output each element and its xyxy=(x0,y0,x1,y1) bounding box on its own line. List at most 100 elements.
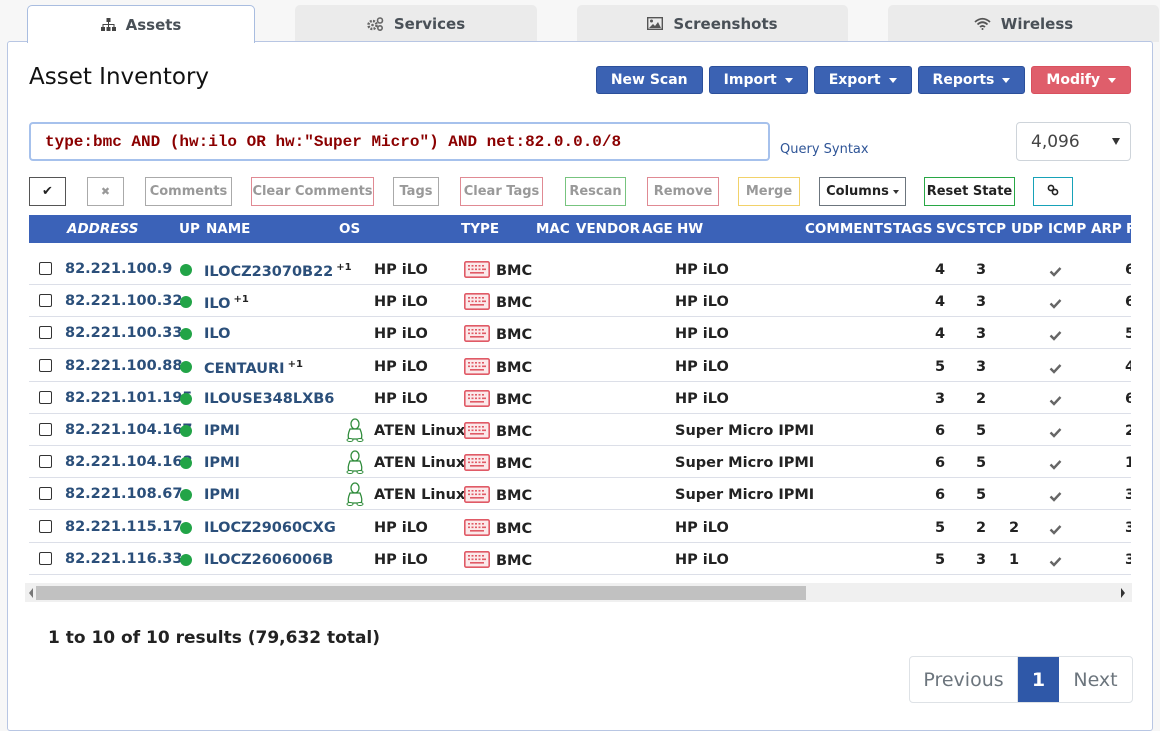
table-row[interactable]: 82.221.100.9 ILOCZ23070B22 +1 HP iLO BMC HP i… xyxy=(29,253,1131,285)
scrollbar-thumb[interactable] xyxy=(36,586,806,600)
row-checkbox[interactable] xyxy=(39,294,52,308)
name-link[interactable]: ILOUSE348LXB6 xyxy=(204,391,334,407)
col-comments[interactable]: COMMENTS xyxy=(805,221,893,237)
table-row[interactable]: 82.221.116.33 ILOCZ2606006B HP iLO BMC HP iL… xyxy=(29,543,1131,575)
col-mac[interactable]: MAC xyxy=(536,221,570,237)
row-checkbox[interactable] xyxy=(39,455,52,469)
merge-button[interactable]: Merge xyxy=(738,177,800,206)
address-link[interactable]: 82.221.108.67 xyxy=(65,486,182,502)
address-link[interactable]: 82.221.104.168 xyxy=(65,454,193,470)
tab-label: Assets xyxy=(125,15,182,34)
row-checkbox[interactable] xyxy=(39,519,52,533)
query-syntax-link[interactable]: Query Syntax xyxy=(780,142,869,157)
svcs-count: 4 xyxy=(935,262,946,278)
col-hw[interactable]: HW xyxy=(677,221,703,237)
hw-text: Super Micro IPMI xyxy=(675,487,815,504)
check-icon xyxy=(1049,490,1062,506)
col-up[interactable]: UP xyxy=(179,221,200,237)
tab-screenshots[interactable]: Screenshots xyxy=(577,5,848,42)
col-name[interactable]: NAME xyxy=(206,221,250,237)
scroll-left-icon[interactable] xyxy=(29,588,33,598)
modify-label: Modify xyxy=(1046,72,1100,88)
address-link[interactable]: 82.221.115.17 xyxy=(65,519,182,535)
row-checkbox[interactable] xyxy=(39,423,52,436)
import-button[interactable]: Import xyxy=(708,66,808,94)
tab-wireless[interactable]: Wireless xyxy=(888,5,1159,42)
reset-state-button[interactable]: Reset State xyxy=(924,177,1015,206)
horizontal-scrollbar[interactable] xyxy=(25,583,1132,602)
address-link[interactable]: 82.221.101.195 xyxy=(65,390,193,406)
row-checkbox[interactable] xyxy=(39,487,52,501)
scroll-right-icon[interactable] xyxy=(1121,588,1125,598)
tags-button[interactable]: Tags xyxy=(393,177,439,206)
table-row[interactable]: 82.221.100.33 ILO HP iLO BMC HP iLO 4 3 5 xyxy=(29,317,1131,350)
result-limit-select[interactable]: 4,096 xyxy=(1016,122,1131,161)
address-link[interactable]: 82.221.100.9 xyxy=(65,261,172,277)
col-arp[interactable]: ARP xyxy=(1091,221,1122,237)
status-up-icon xyxy=(180,489,192,502)
name-link[interactable]: IPMI xyxy=(204,487,240,503)
col-svcs[interactable]: SVCS xyxy=(936,221,976,237)
address-link[interactable]: 82.221.104.167 xyxy=(65,422,193,438)
new-scan-button[interactable]: New Scan xyxy=(595,66,703,94)
col-os[interactable]: OS xyxy=(339,221,360,237)
col-age[interactable]: AGE xyxy=(642,221,673,237)
table-row[interactable]: 82.221.104.168 IPMI ATEN Linux BMC Super Mic… xyxy=(29,446,1131,479)
table-row[interactable]: 82.221.115.17 ILOCZ29060CXG HP iLO BMC HP iL… xyxy=(29,511,1131,543)
name-link[interactable]: ILOCZ2606006B xyxy=(204,552,333,568)
col-tcp[interactable]: TCP xyxy=(977,221,1006,237)
address-link[interactable]: 82.221.100.32 xyxy=(65,293,182,309)
col-type[interactable]: TYPE xyxy=(461,221,499,237)
address-link[interactable]: 82.221.116.33 xyxy=(65,551,182,567)
name-link[interactable]: ILOCZ23070B22 +1 xyxy=(204,262,352,280)
tab-assets[interactable]: Assets xyxy=(27,5,255,43)
address-link[interactable]: 82.221.100.33 xyxy=(65,325,182,341)
table-row[interactable]: 82.221.100.32 ILO +1 HP iLO BMC HP iLO 4 3 6 xyxy=(29,285,1131,318)
name-link[interactable]: ILO +1 xyxy=(204,294,249,312)
comments-button[interactable]: Comments xyxy=(145,177,232,206)
check-icon xyxy=(1049,555,1062,571)
col-f[interactable]: F xyxy=(1126,221,1131,237)
export-button[interactable]: Export xyxy=(813,66,912,94)
linux-icon xyxy=(345,450,365,478)
row-checkbox[interactable] xyxy=(39,326,52,340)
table-row[interactable]: 82.221.100.88 CENTAURI +1 HP iLO BMC HP iLO 5 3… xyxy=(29,350,1131,382)
name-count-badge: +1 xyxy=(287,358,303,370)
col-tags[interactable]: TAGS xyxy=(893,221,932,237)
previous-page-button[interactable]: Previous xyxy=(910,657,1018,702)
clear-tags-button[interactable]: Clear Tags xyxy=(460,177,543,206)
table-row[interactable]: 82.221.104.167 IPMI ATEN Linux BMC Super Mic… xyxy=(29,414,1131,446)
table-row[interactable]: 82.221.108.67 IPMI ATEN Linux BMC Super Micr… xyxy=(29,478,1131,511)
col-vendor[interactable]: VENDOR xyxy=(576,221,640,237)
clear-comments-button[interactable]: Clear Comments xyxy=(251,177,374,206)
deselect-button[interactable]: ✖ xyxy=(87,177,124,206)
col-udp[interactable]: UDP xyxy=(1011,221,1043,237)
name-link[interactable]: ILOCZ29060CXG xyxy=(204,520,336,536)
search-query-input[interactable]: type:bmc AND (hw:ilo OR hw:"Super Micro"… xyxy=(29,122,770,161)
tcp-count: 3 xyxy=(976,551,987,568)
columns-button[interactable]: Columns xyxy=(819,177,906,206)
link-button[interactable] xyxy=(1033,177,1073,206)
svcs-count: 5 xyxy=(935,551,946,568)
current-page-button[interactable]: 1 xyxy=(1018,657,1059,702)
col-icmp[interactable]: ICMP xyxy=(1048,221,1086,237)
remove-button[interactable]: Remove xyxy=(647,177,719,206)
next-page-button[interactable]: Next xyxy=(1059,657,1132,702)
table-row[interactable]: 82.221.101.195 ILOUSE348LXB6 HP iLO BMC HP i… xyxy=(29,382,1131,414)
row-checkbox[interactable] xyxy=(39,551,52,565)
rescan-button[interactable]: Rescan xyxy=(565,177,626,206)
modify-button[interactable]: Modify xyxy=(1031,66,1131,94)
name-link[interactable]: IPMI xyxy=(204,455,240,471)
col-address[interactable]: ADDRESS xyxy=(67,221,138,237)
tcp-count: 3 xyxy=(976,326,987,343)
name-link[interactable]: CENTAURI +1 xyxy=(204,359,303,377)
tab-services[interactable]: Services xyxy=(295,5,537,42)
row-checkbox[interactable] xyxy=(39,390,52,404)
select-all-button[interactable]: ✔ xyxy=(29,177,66,206)
row-checkbox[interactable] xyxy=(39,262,52,275)
address-link[interactable]: 82.221.100.88 xyxy=(65,358,182,374)
row-checkbox[interactable] xyxy=(39,358,52,372)
name-link[interactable]: IPMI xyxy=(204,423,240,439)
reports-button[interactable]: Reports xyxy=(917,66,1026,94)
name-link[interactable]: ILO xyxy=(204,326,230,342)
